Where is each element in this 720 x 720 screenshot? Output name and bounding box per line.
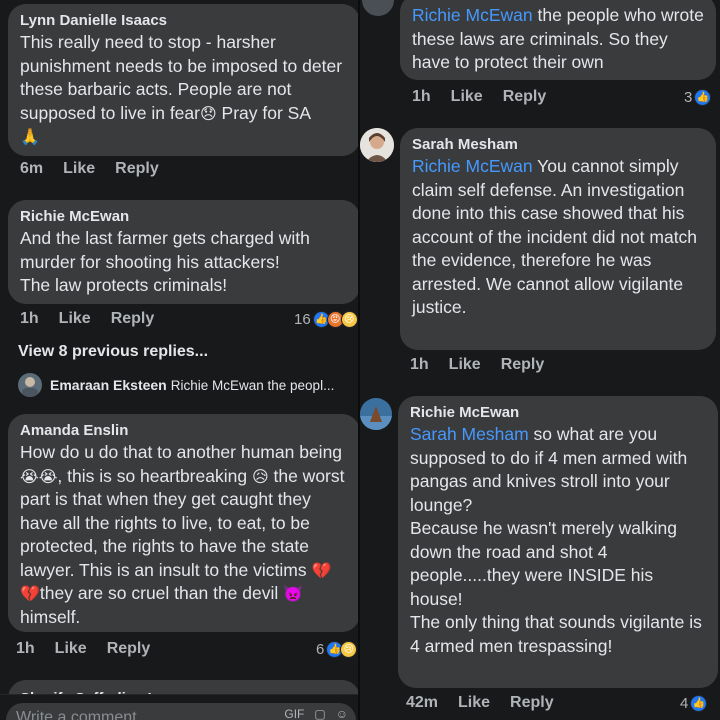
disappointed-emoji-icon: 😞 — [199, 103, 217, 123]
reaction-count: 16 — [294, 311, 311, 328]
comment-time[interactable]: 1h — [412, 88, 431, 106]
left-panel: Lynn Danielle Isaacs This really need to… — [0, 0, 360, 720]
comment-actions: 1h Like Reply — [410, 356, 544, 374]
sad-emoji-icon: 😥 — [251, 466, 269, 486]
like-button[interactable]: Like — [451, 88, 483, 106]
comment-bubble-lynn: Lynn Danielle Isaacs This really need to… — [8, 4, 360, 156]
mention-link[interactable]: Sarah Mesham — [410, 424, 529, 444]
comment-author[interactable]: Richie McEwan — [20, 208, 348, 225]
reply-button[interactable]: Reply — [501, 356, 545, 374]
reaction-summary[interactable]: 6 👍 😢 — [316, 641, 358, 658]
comment-bubble-richie: Richie McEwan And the last farmer gets c… — [8, 200, 360, 304]
comment-time[interactable]: 1h — [16, 640, 35, 658]
view-previous-replies-link[interactable]: View 8 previous replies... — [18, 343, 208, 361]
write-comment-placeholder: Write a comment... — [16, 709, 150, 720]
comment-time[interactable]: 6m — [20, 160, 43, 178]
like-button[interactable]: Like — [63, 160, 95, 178]
mention-link[interactable]: Richie McEwan — [412, 5, 533, 25]
comment-text: This really need to stop - harsher punis… — [20, 32, 343, 146]
reply-button[interactable]: Reply — [510, 694, 554, 712]
reply-button[interactable]: Reply — [115, 160, 159, 178]
reaction-summary[interactable]: 3 👍 — [684, 89, 712, 106]
comment-time[interactable]: 1h — [20, 310, 39, 328]
comment-text: How do u do that to another human being😭… — [20, 442, 345, 627]
reaction-count: 3 — [684, 89, 693, 106]
write-comment-input[interactable]: Write a comment... GIF ▢ ☺ — [6, 703, 356, 720]
like-reaction-icon: 👍 — [690, 695, 708, 712]
pray-emoji-icon: 🙏 — [20, 127, 40, 146]
reaction-count: 4 — [680, 695, 689, 712]
composer-icons: GIF ▢ ☺ — [284, 707, 348, 720]
avatar — [362, 0, 394, 16]
comment-actions: 42m Like Reply — [406, 694, 554, 712]
crying-emoji-icon: 😭😭 — [20, 466, 58, 486]
comment-author[interactable]: Sarah Mesham — [412, 136, 704, 153]
comment-bubble-reply: Richie McEwan the people who wrote these… — [400, 0, 716, 80]
like-button[interactable]: Like — [458, 694, 490, 712]
avatar — [360, 398, 392, 430]
comment-actions: 1h Like Reply — [412, 88, 546, 106]
comment-composer: Write a comment... GIF ▢ ☺ — [0, 694, 360, 720]
mention-link[interactable]: Richie McEwan — [412, 156, 533, 176]
like-button[interactable]: Like — [59, 310, 91, 328]
reply-author: Emaraan Eksteen — [50, 377, 167, 393]
reaction-summary[interactable]: 4 👍 — [680, 695, 708, 712]
like-reaction-icon: 👍 — [694, 89, 712, 106]
comment-actions: 1h Like Reply — [16, 640, 150, 658]
sad-reaction-icon: 😢 — [340, 311, 358, 328]
like-button[interactable]: Like — [55, 640, 87, 658]
comment-bubble-richie-reply: Richie McEwan Sarah Mesham so what are y… — [398, 396, 718, 688]
reply-button[interactable]: Reply — [111, 310, 155, 328]
comment-actions: 6m Like Reply — [20, 160, 159, 178]
reply-preview[interactable]: Emaraan Eksteen Richie McEwan the peopl.… — [18, 373, 334, 397]
gif-icon[interactable]: GIF — [284, 707, 304, 720]
comment-author[interactable]: Richie McEwan — [410, 404, 706, 421]
comment-text: Richie McEwan You cannot simply claim se… — [412, 156, 698, 317]
reply-snippet: Richie McEwan the peopl... — [170, 377, 335, 393]
reaction-count: 6 — [316, 641, 325, 658]
comment-bubble-amanda: Amanda Enslin How do u do that to anothe… — [8, 414, 360, 632]
comment-time[interactable]: 42m — [406, 694, 438, 712]
reply-button[interactable]: Reply — [503, 88, 547, 106]
like-button[interactable]: Like — [449, 356, 481, 374]
reply-button[interactable]: Reply — [107, 640, 151, 658]
comment-author[interactable]: Amanda Enslin — [20, 422, 348, 439]
right-panel: Richie McEwan the people who wrote these… — [360, 0, 720, 720]
reaction-summary[interactable]: 16 👍 😡 😢 — [294, 311, 358, 328]
emoji-icon[interactable]: ☺ — [336, 707, 348, 720]
avatar — [360, 128, 394, 162]
comment-text: Sarah Mesham so what are you supposed to… — [410, 424, 702, 656]
sticker-icon[interactable]: ▢ — [314, 707, 325, 720]
sad-reaction-icon: 😢 — [340, 641, 358, 658]
avatar — [18, 373, 42, 397]
comment-actions: 1h Like Reply — [20, 310, 154, 328]
comment-time[interactable]: 1h — [410, 356, 429, 374]
devil-emoji-icon: 👿 — [283, 584, 304, 603]
comment-author[interactable]: Lynn Danielle Isaacs — [20, 12, 348, 29]
comment-text: Richie McEwan the people who wrote these… — [412, 5, 704, 72]
comment-bubble-sarah: Sarah Mesham Richie McEwan You cannot si… — [400, 128, 716, 350]
comment-text: And the last farmer gets charged with mu… — [20, 228, 310, 295]
